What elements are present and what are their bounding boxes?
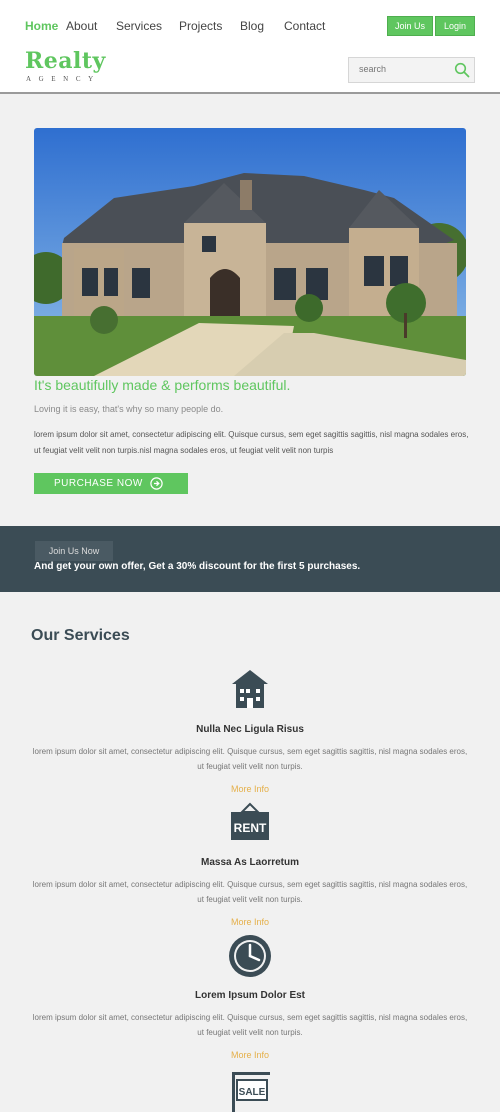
service-title: Massa As Laorretum: [201, 857, 299, 868]
rent-sign-icon: RENT: [231, 802, 269, 840]
join-us-now-button[interactable]: Join Us Now: [35, 541, 113, 561]
purchase-now-label: PURCHASE NOW: [54, 478, 143, 489]
offer-banner: Join Us Now And get your own offer, Get …: [0, 526, 500, 592]
nav-contact[interactable]: Contact: [284, 19, 325, 33]
sale-sign-text: SALE: [239, 1087, 266, 1098]
logo[interactable]: Realty: [25, 48, 106, 74]
search-icon[interactable]: [454, 62, 470, 78]
hero-title: It's beautifully made & performs beautif…: [34, 377, 291, 393]
site-header: Home About Services Projects Blog Contac…: [0, 0, 500, 94]
hero-house-image: [34, 128, 466, 376]
more-info-link[interactable]: More Info: [0, 1050, 500, 1060]
more-info-link[interactable]: More Info: [0, 917, 500, 927]
sale-sign-icon: SALE: [232, 1072, 270, 1112]
service-description: lorem ipsum dolor sit amet, consectetur …: [32, 880, 468, 904]
rent-sign-text: RENT: [234, 821, 267, 835]
service-description: lorem ipsum dolor sit amet, consectetur …: [32, 1013, 468, 1037]
house-icon: [232, 670, 268, 708]
hero-subtitle: Loving it is easy, that's why so many pe…: [34, 404, 224, 414]
service-title: Nulla Nec Ligula Risus: [196, 724, 304, 735]
purchase-now-button[interactable]: PURCHASE NOW: [34, 473, 188, 494]
house-photo: [34, 128, 466, 376]
offer-text: And get your own offer, Get a 30% discou…: [34, 561, 361, 572]
logo-tagline: AGENCY: [26, 75, 101, 83]
nav-blog[interactable]: Blog: [240, 19, 264, 33]
more-info-link[interactable]: More Info: [0, 784, 500, 794]
nav-services[interactable]: Services: [116, 19, 162, 33]
search-box: [348, 57, 475, 83]
login-button[interactable]: Login: [435, 16, 475, 36]
services-heading: Our Services: [31, 627, 130, 644]
service-description: lorem ipsum dolor sit amet, consectetur …: [32, 747, 468, 771]
nav-home[interactable]: Home: [25, 19, 58, 33]
search-input[interactable]: [349, 58, 454, 80]
join-us-button[interactable]: Join Us: [387, 16, 433, 36]
arrow-circle-icon: [150, 477, 163, 490]
hero-body-text: lorem ipsum dolor sit amet, consectetur …: [34, 430, 469, 455]
nav-projects[interactable]: Projects: [179, 19, 222, 33]
clock-icon: [229, 935, 271, 977]
nav-about[interactable]: About: [66, 19, 97, 33]
service-title: Lorem Ipsum Dolor Est: [194, 990, 305, 1001]
